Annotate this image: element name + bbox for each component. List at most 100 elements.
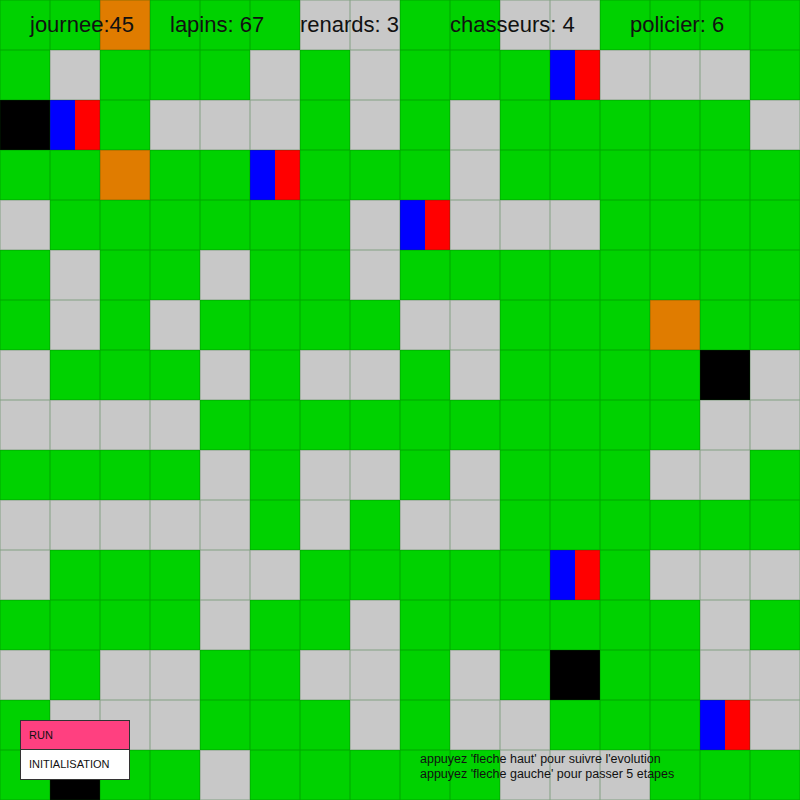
- police-cell: [50, 100, 100, 150]
- grass-cell: [200, 50, 250, 100]
- rabbit-cell: [450, 700, 500, 750]
- rabbit-cell: [200, 450, 250, 500]
- rabbit-cell: [650, 450, 700, 500]
- rabbit-cell: [50, 400, 100, 450]
- rabbit-cell: [450, 350, 500, 400]
- rabbit-cell: [750, 400, 800, 450]
- grass-cell: [550, 250, 600, 300]
- grass-cell: [200, 650, 250, 700]
- grass-cell: [300, 400, 350, 450]
- grass-cell: [250, 350, 300, 400]
- rabbit-cell: [50, 250, 100, 300]
- grass-cell: [600, 100, 650, 150]
- grass-cell: [500, 650, 550, 700]
- rabbit-cell: [100, 500, 150, 550]
- grass-cell: [100, 300, 150, 350]
- rabbit-cell: [400, 500, 450, 550]
- rabbit-cell: [200, 350, 250, 400]
- rabbit-cell: [0, 650, 50, 700]
- grass-cell: [350, 500, 400, 550]
- grass-cell: [400, 650, 450, 700]
- rabbit-cell: [350, 650, 400, 700]
- grass-cell: [750, 50, 800, 100]
- grass-cell: [250, 600, 300, 650]
- grass-cell: [350, 400, 400, 450]
- grass-cell: [0, 50, 50, 100]
- rabbit-cell: [350, 50, 400, 100]
- grass-cell: [500, 550, 550, 600]
- help-line: appuyez 'fleche gauche' pour passer 5 et…: [420, 767, 674, 782]
- grass-cell: [400, 100, 450, 150]
- rabbit-cell: [0, 400, 50, 450]
- grass-cell: [500, 100, 550, 150]
- grass-cell: [250, 650, 300, 700]
- grass-cell: [300, 750, 350, 800]
- grass-cell: [100, 350, 150, 400]
- rabbit-cell: [550, 200, 600, 250]
- run-button[interactable]: RUN: [20, 720, 130, 750]
- counter-label: policier: 6: [630, 14, 724, 36]
- grass-cell: [100, 50, 150, 100]
- grass-cell: [500, 500, 550, 550]
- grass-cell: [250, 200, 300, 250]
- grass-cell: [400, 150, 450, 200]
- hunter-cell: [700, 350, 750, 400]
- rabbit-cell: [400, 300, 450, 350]
- rabbit-cell: [700, 650, 750, 700]
- grid: [0, 0, 800, 800]
- grass-cell: [500, 250, 550, 300]
- rabbit-cell: [150, 400, 200, 450]
- rabbit-cell: [250, 50, 300, 100]
- status-bar: journee:45lapins: 67renards: 3chasseurs:…: [0, 0, 800, 50]
- init-button[interactable]: INITIALISATION: [20, 750, 130, 780]
- rabbit-cell: [100, 400, 150, 450]
- rabbit-cell: [50, 500, 100, 550]
- grass-cell: [750, 150, 800, 200]
- grass-cell: [450, 400, 500, 450]
- grass-cell: [250, 450, 300, 500]
- grass-cell: [50, 150, 100, 200]
- grass-cell: [400, 50, 450, 100]
- police-cell: [550, 550, 600, 600]
- rabbit-cell: [200, 500, 250, 550]
- grass-cell: [250, 400, 300, 450]
- rabbit-cell: [450, 650, 500, 700]
- grass-cell: [350, 150, 400, 200]
- grass-cell: [250, 300, 300, 350]
- grass-cell: [550, 300, 600, 350]
- grass-cell: [750, 450, 800, 500]
- rabbit-cell: [300, 650, 350, 700]
- grass-cell: [450, 50, 500, 100]
- grass-cell: [100, 600, 150, 650]
- grass-cell: [750, 0, 800, 50]
- grass-cell: [600, 350, 650, 400]
- grass-cell: [750, 750, 800, 800]
- grass-cell: [250, 750, 300, 800]
- grass-cell: [300, 600, 350, 650]
- rabbit-cell: [350, 700, 400, 750]
- game-board: journee:45lapins: 67renards: 3chasseurs:…: [0, 0, 800, 800]
- rabbit-cell: [50, 300, 100, 350]
- grass-cell: [400, 450, 450, 500]
- grass-cell: [600, 450, 650, 500]
- grass-cell: [100, 550, 150, 600]
- rabbit-cell: [500, 700, 550, 750]
- grass-cell: [650, 500, 700, 550]
- grass-cell: [200, 150, 250, 200]
- rabbit-cell: [450, 100, 500, 150]
- grass-cell: [200, 700, 250, 750]
- grass-cell: [650, 250, 700, 300]
- grass-cell: [550, 600, 600, 650]
- rabbit-cell: [250, 550, 300, 600]
- rabbit-cell: [200, 100, 250, 150]
- grass-cell: [400, 400, 450, 450]
- grass-cell: [150, 450, 200, 500]
- rabbit-cell: [150, 300, 200, 350]
- rabbit-cell: [450, 500, 500, 550]
- counter-label: lapins: 67: [170, 14, 300, 36]
- grass-cell: [250, 250, 300, 300]
- grass-cell: [600, 700, 650, 750]
- grass-cell: [50, 600, 100, 650]
- grass-cell: [150, 600, 200, 650]
- grass-cell: [400, 600, 450, 650]
